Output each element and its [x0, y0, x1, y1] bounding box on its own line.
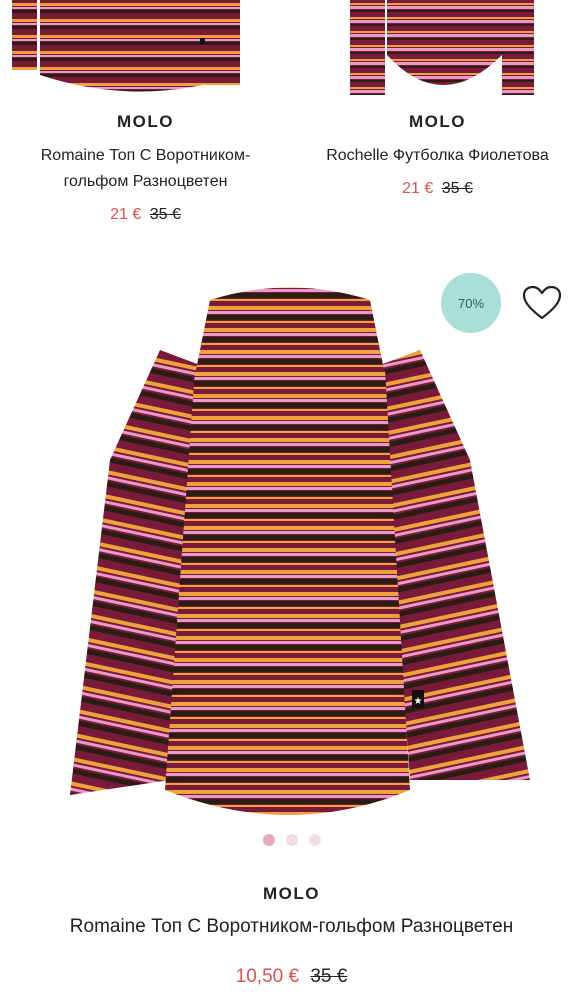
product-title[interactable]: Romaine Топ С Воротником- гольфом Разноц… [0, 143, 291, 195]
product-grid-top: MOLO Romaine Топ С Воротником- гольфом Р… [0, 0, 583, 240]
carousel-dot[interactable] [308, 834, 321, 846]
product-title-line: Romaine Топ С Воротником- [40, 147, 251, 164]
old-price: 35 € [149, 206, 181, 223]
product-price: 21 € 35 € [292, 180, 583, 198]
sale-price: 10,50 € [235, 966, 300, 987]
product-title-line: Rochelle Футболка Фиолетова [326, 147, 549, 164]
product-image[interactable] [0, 0, 291, 100]
discount-badge: 70% [441, 273, 501, 333]
product-card-romaine[interactable]: MOLO Romaine Топ С Воротником- гольфом Р… [0, 0, 291, 240]
heart-icon[interactable] [522, 285, 562, 321]
carousel-dot[interactable] [262, 834, 275, 846]
sale-price: 21 € [110, 206, 142, 223]
featured-product-image[interactable]: ★ [40, 280, 540, 830]
featured-price: 10,50 € 35 € [0, 966, 583, 988]
product-image[interactable] [292, 0, 583, 100]
featured-brand: MOLO [263, 884, 320, 903]
svg-text:★: ★ [414, 696, 423, 707]
sale-price: 21 € [402, 180, 434, 197]
carousel-dot[interactable] [285, 834, 298, 846]
product-title[interactable]: Rochelle Футболка Фиолетова [292, 143, 583, 169]
product-brand: MOLO [409, 112, 466, 131]
old-price: 35 € [310, 966, 348, 987]
product-brand: MOLO [117, 112, 174, 131]
product-card-rochelle[interactable]: MOLO Rochelle Футболка Фиолетова 21 € 35… [292, 0, 583, 240]
product-title-line: гольфом Разноцветен [63, 173, 228, 190]
product-price: 21 € 35 € [0, 206, 291, 224]
old-price: 35 € [441, 180, 473, 197]
featured-title[interactable]: Romaine Топ С Воротником-гольфом Разноцв… [0, 916, 583, 938]
carousel-dots [0, 834, 583, 846]
